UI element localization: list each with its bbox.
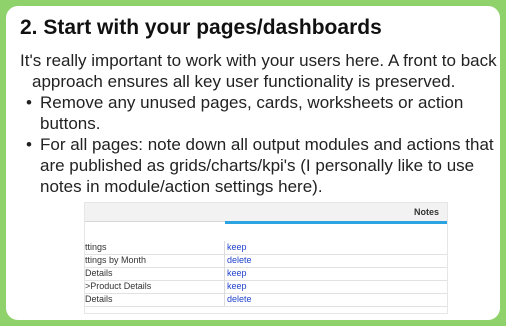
module-name: ttings <box>85 242 107 252</box>
bullet-item: Remove any unused pages, cards, workshee… <box>24 92 494 134</box>
note-value: keep <box>227 281 247 291</box>
slide-title: 2. Start with your pages/dashboards <box>20 16 382 39</box>
embedded-table-screenshot: Notes ttings keep ttings by Month delete… <box>84 202 448 314</box>
table-row: ttings keep <box>85 241 447 255</box>
note-value: keep <box>227 242 247 252</box>
module-name: Details <box>85 294 113 304</box>
note-value: keep <box>227 268 247 278</box>
note-value: delete <box>227 255 252 265</box>
header-accent-bar <box>225 221 447 224</box>
table-row: Details delete <box>85 293 447 307</box>
table-header: Notes <box>85 203 447 222</box>
module-name: Details <box>85 268 113 278</box>
table-row: >Product Details keep <box>85 280 447 294</box>
table-row: ttings by Month delete <box>85 254 447 268</box>
table-row: Details keep <box>85 267 447 281</box>
note-value: delete <box>227 294 252 304</box>
intro-text: It's really important to work with your … <box>20 51 497 91</box>
notes-column-header: Notes <box>413 207 439 217</box>
module-name: >Product Details <box>85 281 152 291</box>
bullet-list: Remove any unused pages, cards, workshee… <box>24 92 494 197</box>
bullet-item: For all pages: note down all output modu… <box>24 134 494 197</box>
slide-card: 2. Start with your pages/dashboards It's… <box>6 6 500 320</box>
module-name: ttings by Month <box>85 255 147 265</box>
